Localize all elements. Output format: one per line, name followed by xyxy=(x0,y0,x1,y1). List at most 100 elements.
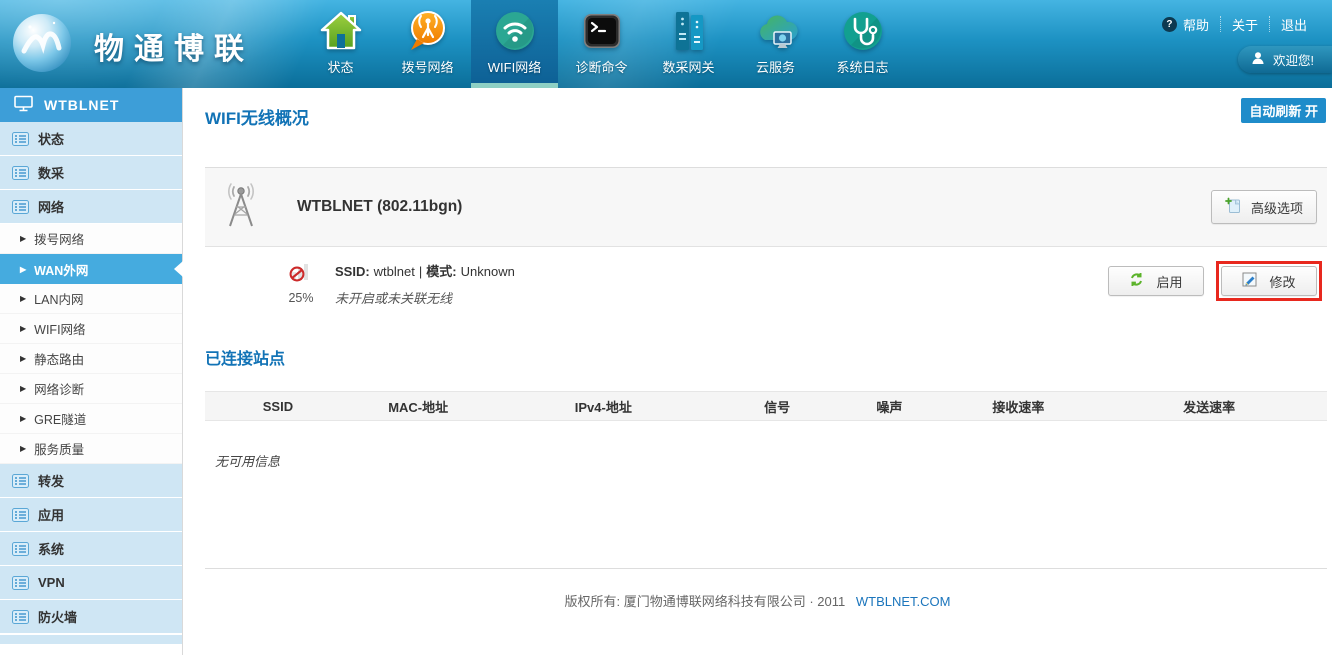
sidebar-item-system[interactable]: 系统 xyxy=(0,532,182,566)
sidebar-title: WTBLNET xyxy=(44,97,119,113)
logout-link[interactable]: 退出 xyxy=(1269,16,1318,32)
help-icon: ? xyxy=(1162,17,1177,32)
sidebar-item-wan[interactable]: ▶ WAN外网 xyxy=(0,254,182,284)
nav-tab-label: 数采网关 xyxy=(662,57,714,76)
about-label: 关于 xyxy=(1232,15,1258,34)
nav-tab-diagnostic-command[interactable]: 诊断命令 xyxy=(558,0,645,88)
wifi-overview-panel: WTBLNET (802.11bgn) 高级选项 xyxy=(205,167,1327,247)
page-title: WIFI无线概况 xyxy=(205,104,1332,129)
sidebar-header: WTBLNET xyxy=(0,88,182,122)
nav-tab-wifi-network[interactable]: WIFI网络 xyxy=(471,0,558,88)
modify-button[interactable]: 修改 xyxy=(1221,266,1317,296)
sidebar: WTBLNET 状态 数采 网络 ▶ 拨号网络 ▶ WAN外网 ▶ LAN内网 … xyxy=(0,88,183,655)
highlight-annotation: 修改 xyxy=(1216,261,1322,301)
caret-right-icon: ▶ xyxy=(20,234,26,243)
sidebar-item-label: 防火墙 xyxy=(38,607,77,626)
sidebar-item-network[interactable]: 网络 xyxy=(0,190,182,224)
sidebar-item-network-diagnosis[interactable]: ▶ 网络诊断 xyxy=(0,374,182,404)
sidebar-item-status[interactable]: 状态 xyxy=(0,122,182,156)
caret-right-icon: ▶ xyxy=(20,384,26,393)
sidebar-item-label: WIFI网络 xyxy=(34,319,85,338)
advanced-options-button[interactable]: 高级选项 xyxy=(1211,190,1317,224)
footer-link[interactable]: WTBLNET.COM xyxy=(856,594,951,609)
column-header-noise: 噪声 xyxy=(833,397,945,416)
sidebar-item-label: 服务质量 xyxy=(34,439,84,458)
top-header: 物通博联 状态 xyxy=(0,0,1332,88)
copyright-text: 版权所有: 厦门物通博联网络科技有限公司 · 2011 xyxy=(565,594,846,609)
nav-tab-label: 诊断命令 xyxy=(575,57,627,76)
enable-button[interactable]: 启用 xyxy=(1108,266,1204,296)
list-icon xyxy=(12,166,29,180)
broadcast-icon xyxy=(405,8,451,54)
caret-right-icon: ▶ xyxy=(20,265,26,274)
signal-ban-icon xyxy=(288,261,314,287)
nav-tab-data-gateway[interactable]: 数采网关 xyxy=(645,0,732,88)
sidebar-item-lan[interactable]: ▶ LAN内网 xyxy=(0,284,182,314)
footer-divider xyxy=(205,568,1327,569)
terminal-icon xyxy=(579,8,625,54)
sidebar-item-label: 应用 xyxy=(38,505,64,524)
ssid-info: SSID:wtblnet|模式:Unknown 未开启或未关联无线 xyxy=(335,261,515,307)
nav-tab-cloud-service[interactable]: 云服务 xyxy=(732,0,819,88)
welcome-label: 欢迎您! xyxy=(1273,50,1314,69)
about-link[interactable]: 关于 xyxy=(1220,16,1269,32)
caret-right-icon: ▶ xyxy=(20,324,26,333)
list-icon xyxy=(12,474,29,488)
nav-tab-dial-network[interactable]: 拨号网络 xyxy=(384,0,471,88)
sidebar-item-vpn[interactable]: VPN xyxy=(0,566,182,600)
sidebar-item-data-acquisition[interactable]: 数采 xyxy=(0,156,182,190)
nav-tab-label: 状态 xyxy=(327,57,353,76)
sidebar-item-firewall[interactable]: 防火墙 xyxy=(0,600,182,634)
sidebar-item-gre-tunnel[interactable]: ▶ GRE隧道 xyxy=(0,404,182,434)
wifi-network-title: WTBLNET (802.11bgn) xyxy=(297,198,462,216)
edit-icon xyxy=(1242,272,1257,290)
list-icon xyxy=(12,576,29,590)
mode-value: Unknown xyxy=(461,264,515,279)
nav-tab-status[interactable]: 状态 xyxy=(297,0,384,88)
help-link[interactable]: ? 帮助 xyxy=(1151,16,1220,32)
auto-refresh-toggle[interactable]: 自动刷新 开 xyxy=(1241,98,1326,123)
sidebar-item-label: WAN外网 xyxy=(34,260,88,279)
user-icon xyxy=(1251,51,1265,68)
sidebar-item-label: 状态 xyxy=(38,129,64,148)
column-header-ssid: SSID xyxy=(205,399,351,414)
signal-block: 25% xyxy=(283,261,319,305)
sidebar-item-wifi[interactable]: ▶ WIFI网络 xyxy=(0,314,182,344)
list-icon xyxy=(12,610,29,624)
nav-tab-label: 云服务 xyxy=(756,57,795,76)
ssid-label: SSID: xyxy=(335,264,370,279)
mode-label: 模式: xyxy=(426,264,456,279)
sidebar-item-static-route[interactable]: ▶ 静态路由 xyxy=(0,344,182,374)
antenna-icon xyxy=(221,182,261,233)
sidebar-item-application[interactable]: 应用 xyxy=(0,498,182,532)
nav-tab-system-log[interactable]: 系统日志 xyxy=(819,0,906,88)
globe-logo-icon xyxy=(10,11,74,80)
signal-percent: 25% xyxy=(288,291,313,305)
ssid-line: SSID:wtblnet|模式:Unknown xyxy=(335,261,515,280)
caret-right-icon: ▶ xyxy=(20,294,26,303)
sidebar-item-label: GRE隧道 xyxy=(34,409,86,428)
help-label: 帮助 xyxy=(1183,15,1209,34)
footer: 版权所有: 厦门物通博联网络科技有限公司 · 2011 WTBLNET.COM xyxy=(183,591,1332,610)
sidebar-item-forwarding[interactable]: 转发 xyxy=(0,464,182,498)
sidebar-item-label: 网络诊断 xyxy=(34,379,84,398)
connected-stations-title: 已连接站点 xyxy=(205,345,1332,369)
wifi-status-row: 25% SSID:wtblnet|模式:Unknown 未开启或未关联无线 xyxy=(183,247,1332,319)
sidebar-item-dial-network[interactable]: ▶ 拨号网络 xyxy=(0,224,182,254)
home-icon xyxy=(318,8,364,54)
sidebar-item-qos[interactable]: ▶ 服务质量 xyxy=(0,434,182,464)
list-icon xyxy=(12,542,29,556)
sidebar-item-partial xyxy=(0,634,182,644)
router-admin-app: 物通博联 状态 xyxy=(0,0,1332,655)
column-header-rx-rate: 接收速率 xyxy=(945,397,1091,416)
column-header-signal: 信号 xyxy=(721,397,833,416)
wifi-action-buttons: 启用 修改 xyxy=(1108,261,1322,301)
sidebar-item-label: 静态路由 xyxy=(34,349,84,368)
caret-right-icon: ▶ xyxy=(20,354,26,363)
column-header-mac: MAC-地址 xyxy=(351,397,486,416)
sidebar-item-label: 转发 xyxy=(38,471,64,490)
refresh-icon xyxy=(1129,272,1144,290)
welcome-pill[interactable]: 欢迎您! xyxy=(1238,46,1332,73)
list-icon xyxy=(12,508,29,522)
empty-table-message: 无可用信息 xyxy=(215,451,1332,470)
